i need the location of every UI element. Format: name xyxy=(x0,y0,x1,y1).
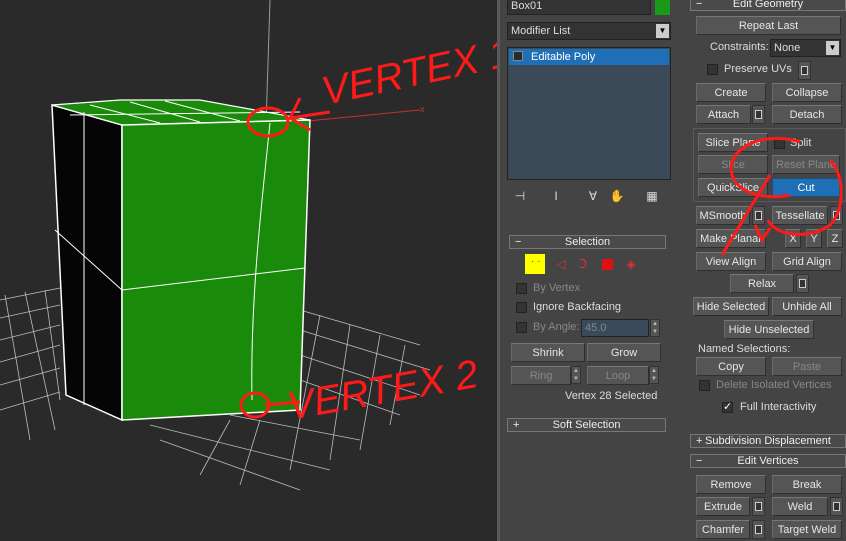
annotation-vertex1-label: VERTEX 1 xyxy=(318,31,497,114)
box-left-face xyxy=(51,103,123,422)
annotation-vertex2-label: VERTEX 2 xyxy=(284,352,481,429)
command-panel: Box01 Modifier List ▼ Editable Poly ⊣ Ι … xyxy=(500,0,846,541)
svg-text:x: x xyxy=(420,104,425,114)
perspective-viewport[interactable]: x VERTEX 1 VERTEX 2 xyxy=(0,0,497,541)
box-front-face[interactable] xyxy=(121,119,311,421)
viewport-scene: x VERTEX 1 VERTEX 2 xyxy=(0,0,497,491)
panel-annotation-overlay xyxy=(720,136,843,256)
